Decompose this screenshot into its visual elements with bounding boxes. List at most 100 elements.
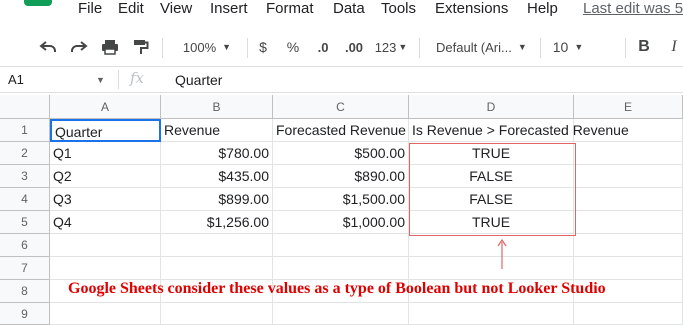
menu-bar: File Edit View Insert Format Data Tools …	[0, 0, 683, 20]
sheets-logo-icon[interactable]	[24, 0, 52, 6]
column-header-d[interactable]: D	[409, 95, 574, 119]
increase-decimal-label: .00	[344, 39, 364, 55]
toolbar-divider	[247, 38, 248, 58]
last-edit-link[interactable]: Last edit was 5	[583, 0, 683, 17]
toolbar-divider	[540, 38, 541, 58]
cell-b6[interactable]	[161, 234, 273, 257]
decrease-decimal-label: .0	[317, 39, 329, 55]
toolbar: 100% ▼ $ % .0 .00 123 ▼ Default (Ari... ▼ 1…	[0, 30, 683, 64]
cell-a4[interactable]: Q3	[50, 188, 161, 211]
row-header-5[interactable]: 5	[0, 211, 50, 234]
cell-c5[interactable]: $1,000.00	[273, 211, 409, 234]
currency-button[interactable]: $	[253, 30, 273, 64]
bold-button[interactable]: B	[634, 30, 654, 64]
cell-d1[interactable]: Is Revenue > Forecasted Revenue	[409, 119, 629, 142]
cell-a1[interactable]: Quarter	[50, 119, 161, 142]
italic-button[interactable]: I	[664, 30, 683, 64]
cell-b1[interactable]: Revenue	[161, 119, 273, 142]
redo-icon[interactable]	[67, 30, 91, 64]
chevron-down-icon[interactable]: ▼	[96, 75, 105, 85]
row-header-8[interactable]: 8	[0, 280, 50, 303]
column-header-c[interactable]: C	[273, 95, 409, 119]
cell-e1[interactable]	[574, 119, 683, 142]
decrease-decimal-button[interactable]: .0	[311, 30, 335, 64]
cell-e4[interactable]	[574, 188, 683, 211]
cell-a2[interactable]: Q1	[50, 142, 161, 165]
cell-e9[interactable]	[574, 303, 683, 325]
toolbar-divider	[419, 38, 420, 58]
row-header-3[interactable]: 3	[0, 165, 50, 188]
column-header-b[interactable]: B	[161, 95, 273, 119]
cell-d9[interactable]	[409, 303, 574, 325]
cell-c3[interactable]: $890.00	[273, 165, 409, 188]
row-header-6[interactable]: 6	[0, 234, 50, 257]
row-header-7[interactable]: 7	[0, 257, 50, 280]
chevron-down-icon: ▼	[517, 42, 527, 52]
cell-a5[interactable]: Q4	[50, 211, 161, 234]
cell-c4[interactable]: $1,500.00	[273, 188, 409, 211]
cell-a3[interactable]: Q2	[50, 165, 161, 188]
cell-c1[interactable]: Forecasted Revenue	[273, 119, 409, 142]
menu-edit[interactable]: Edit	[118, 0, 144, 17]
print-icon[interactable]	[98, 30, 122, 64]
cell-d2[interactable]: TRUE	[409, 142, 574, 165]
column-header-e[interactable]: E	[574, 95, 683, 119]
formula-divider	[118, 70, 119, 89]
cell-c2[interactable]: $500.00	[273, 142, 409, 165]
cell-b7[interactable]	[161, 257, 273, 280]
cell-b4[interactable]: $899.00	[161, 188, 273, 211]
cell-b2[interactable]: $780.00	[161, 142, 273, 165]
cell-e5[interactable]	[574, 211, 683, 234]
increase-decimal-button[interactable]: .00	[341, 30, 367, 64]
column-header-a[interactable]: A	[50, 95, 161, 119]
menu-tools[interactable]: Tools	[381, 0, 416, 17]
more-formats-button[interactable]: 123 ▼	[372, 30, 410, 64]
menu-help[interactable]: Help	[527, 0, 558, 17]
menu-insert[interactable]: Insert	[210, 0, 248, 17]
row-header-1[interactable]: 1	[0, 119, 50, 142]
cell-b5[interactable]: $1,256.00	[161, 211, 273, 234]
annotation-text: Google Sheets consider these values as a…	[68, 280, 606, 297]
menu-file[interactable]: File	[78, 0, 102, 17]
cell-e6[interactable]	[574, 234, 683, 257]
row-header-2[interactable]: 2	[0, 142, 50, 165]
menu-view[interactable]: View	[160, 0, 192, 17]
zoom-select[interactable]: 100% ▼	[173, 30, 241, 64]
cell-d7[interactable]	[409, 257, 574, 280]
cell-e3[interactable]	[574, 165, 683, 188]
cell-c6[interactable]	[273, 234, 409, 257]
cell-a9[interactable]	[50, 303, 161, 325]
cell-e2[interactable]	[574, 142, 683, 165]
formula-input[interactable]: Quarter	[175, 72, 222, 88]
name-box-value: A1	[8, 72, 24, 87]
cell-d5[interactable]: TRUE	[409, 211, 574, 234]
fx-icon: fx	[130, 69, 145, 87]
cell-a6[interactable]	[50, 234, 161, 257]
font-size-select[interactable]: 10 ▼	[549, 30, 587, 64]
percent-button[interactable]: %	[283, 30, 303, 64]
cell-d6[interactable]	[409, 234, 574, 257]
arrow-up-icon	[497, 238, 507, 269]
menu-data[interactable]: Data	[333, 0, 365, 17]
cell-b3[interactable]: $435.00	[161, 165, 273, 188]
paint-format-icon[interactable]	[129, 30, 153, 64]
cell-c7[interactable]	[273, 257, 409, 280]
cell-a7[interactable]	[50, 257, 161, 280]
toolbar-divider	[625, 38, 626, 58]
row-header-4[interactable]: 4	[0, 188, 50, 211]
zoom-value: 100%	[182, 39, 217, 55]
undo-icon[interactable]	[36, 30, 60, 64]
cell-e7[interactable]	[574, 257, 683, 280]
formula-bar: A1 ▼ fx Quarter	[0, 66, 683, 93]
cell-b9[interactable]	[161, 303, 273, 325]
select-all-corner[interactable]	[0, 95, 50, 119]
cell-c9[interactable]	[273, 303, 409, 325]
menu-format[interactable]: Format	[266, 0, 314, 17]
menu-extensions[interactable]: Extensions	[435, 0, 508, 17]
font-select[interactable]: Default (Ari... ▼	[430, 30, 530, 64]
font-size-value: 10	[552, 39, 569, 55]
chevron-down-icon: ▼	[574, 42, 584, 52]
row-header-9[interactable]: 9	[0, 303, 50, 325]
cell-d3[interactable]: FALSE	[409, 165, 574, 188]
cell-d4[interactable]: FALSE	[409, 188, 574, 211]
